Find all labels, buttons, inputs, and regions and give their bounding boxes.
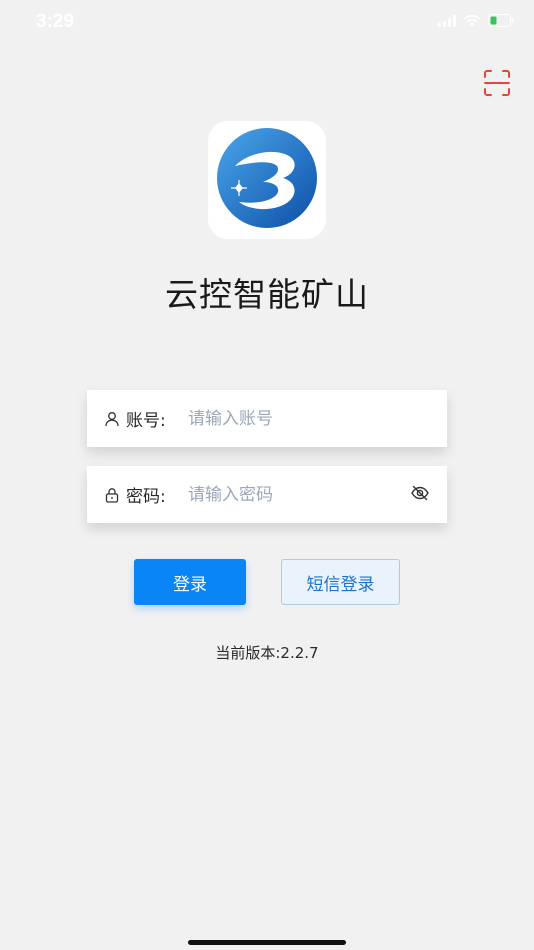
home-indicator <box>188 940 346 945</box>
scan-button[interactable] <box>483 69 511 97</box>
wifi-icon <box>464 14 480 27</box>
signal-icon <box>438 14 456 27</box>
status-icons <box>438 14 514 27</box>
app-logo-icon <box>215 126 319 234</box>
password-label: 密码: <box>126 487 166 507</box>
eye-off-icon <box>410 483 430 507</box>
account-field[interactable]: 账号: <box>87 390 447 447</box>
battery-icon <box>488 14 514 27</box>
status-bar: 3:29 <box>0 0 534 44</box>
scan-icon <box>483 70 511 101</box>
sms-login-button[interactable]: 短信登录 <box>281 559 400 605</box>
app-logo <box>208 121 326 239</box>
login-button[interactable]: 登录 <box>134 559 246 605</box>
version-text: 当前版本:2.2.7 <box>215 644 319 662</box>
password-visibility-toggle[interactable] <box>409 484 431 506</box>
account-label: 账号: <box>126 411 166 431</box>
account-input[interactable] <box>188 408 431 429</box>
password-field[interactable]: 密码: <box>87 466 447 523</box>
user-icon <box>103 410 121 428</box>
lock-icon <box>103 486 121 504</box>
app-title: 云控智能矿山 <box>165 275 369 314</box>
status-time: 3:29 <box>36 11 75 32</box>
password-input[interactable] <box>188 484 409 505</box>
